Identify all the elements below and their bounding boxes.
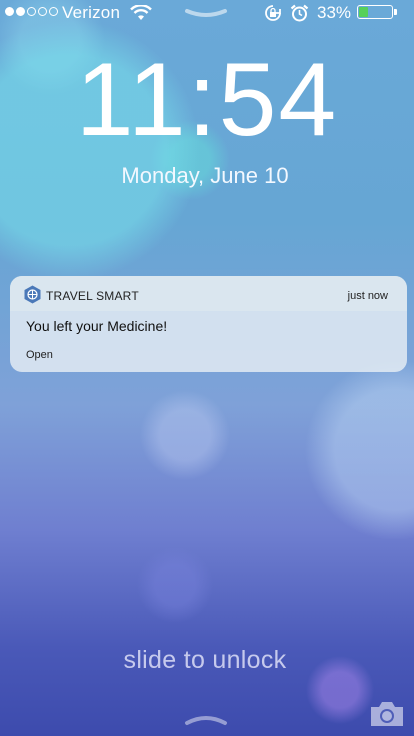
signal-dot [27,7,36,16]
rotation-lock-icon [265,5,281,21]
lock-screen-date: Monday, June 10 [121,163,289,188]
notification-banner[interactable]: TRAVEL SMART just now You left your Medi… [10,276,407,372]
alarm-icon [290,4,309,22]
notification-open-button[interactable]: Open [26,349,53,361]
signal-strength-icon [5,7,58,16]
travel-smart-app-icon [24,285,41,304]
notification-message: You left your Medicine! [26,318,168,334]
camera-icon[interactable] [369,700,405,728]
wifi-icon [130,5,152,20]
slide-to-unlock[interactable]: slide to unlock [0,646,410,675]
grabber-icon[interactable] [184,712,228,726]
battery-percent: 33% [317,3,352,22]
lock-screen-time: 11:54 [75,42,339,158]
signal-dot [16,7,25,16]
grabber-icon[interactable] [184,8,228,20]
battery-icon [357,5,397,19]
signal-dot [38,7,47,16]
notification-timestamp: just now [347,290,388,302]
battery-level [359,7,369,17]
carrier-name: Verizon [62,3,121,22]
signal-dot [5,7,14,16]
status-bar: Verizon 33% [0,0,414,26]
notification-app-name: TRAVEL SMART [46,289,139,303]
notification-header: TRAVEL SMART just now [10,276,407,311]
signal-dot [49,7,58,16]
